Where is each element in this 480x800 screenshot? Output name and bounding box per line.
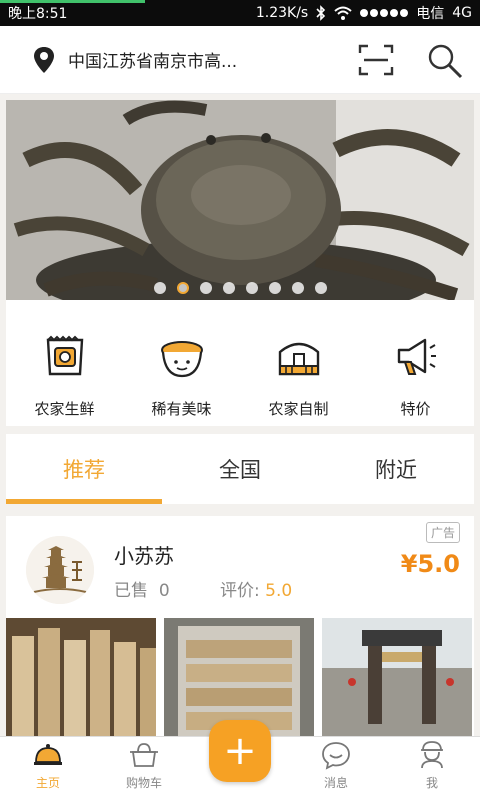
store-sold: 已售 0 (114, 576, 170, 601)
nav-label: 消息 (323, 776, 348, 790)
location-text[interactable]: 中国江苏省南京市高... (68, 47, 328, 72)
banner-dot[interactable] (292, 282, 304, 294)
store-name[interactable]: 小苏苏 (114, 540, 174, 569)
add-post-button[interactable]: + (209, 720, 271, 782)
product-photo-image (164, 618, 314, 736)
top-header: 中国江苏省南京市高... (0, 26, 480, 94)
category-label: 稀有美味 (151, 400, 212, 418)
signal-dots-icon (360, 9, 409, 17)
category-rare-delicacy[interactable]: 稀有美味 (123, 300, 240, 426)
store-logo[interactable] (26, 536, 94, 604)
network-speed: 1.23K/s (255, 5, 309, 21)
carrier-name: 电信 (416, 6, 445, 22)
product-photo-image (322, 618, 472, 736)
nav-label: 主页 (35, 776, 60, 790)
category-label: 农家生鲜 (34, 400, 95, 418)
pagoda-logo-icon (26, 536, 94, 604)
message-icon (322, 742, 350, 770)
nav-label: 我 (425, 776, 438, 790)
category-label: 特价 (400, 400, 431, 418)
banner-dot[interactable] (269, 282, 281, 294)
store-rating: 评价: 5.0 (220, 576, 292, 601)
profile-icon (421, 741, 443, 769)
banner-dot[interactable] (200, 282, 212, 294)
product-photo-image (6, 618, 156, 736)
sold-count: 0 (158, 581, 170, 601)
sold-label: 已售 (114, 581, 148, 601)
product-photo[interactable] (322, 618, 472, 736)
store-card[interactable]: 小苏苏 已售 0 评价: 5.0 广告 ¥5.0 (6, 516, 474, 736)
nav-home[interactable]: 主页 (0, 737, 96, 800)
tab-nationwide[interactable]: 全国 (162, 434, 318, 504)
banner-dot[interactable] (223, 282, 235, 294)
store-price: ¥5.0 (400, 550, 460, 578)
nav-label: 购物车 (125, 776, 162, 790)
category-grid: 农家生鲜 稀有美味 农家自制 特价 (6, 300, 474, 426)
rare-delicacy-icon (160, 341, 203, 378)
rating-value: 5.0 (265, 581, 293, 601)
store-photos (6, 618, 474, 736)
feed-tabs: 推荐 全国 附近 (6, 434, 474, 504)
product-photo[interactable] (164, 618, 314, 736)
bluetooth-icon (316, 5, 326, 21)
nav-profile[interactable]: 我 (384, 737, 480, 800)
search-icon[interactable] (426, 42, 464, 80)
category-label: 农家自制 (268, 400, 329, 418)
scan-icon[interactable] (358, 44, 394, 76)
promo-banner[interactable] (6, 100, 474, 300)
nav-messages[interactable]: 消息 (288, 737, 384, 800)
status-time: 晚上8:51 (8, 6, 68, 22)
map-pin-icon[interactable] (32, 46, 56, 74)
ad-badge: 广告 (425, 522, 460, 543)
status-bar: 晚上8:51 1.23K/s 电信 4G (0, 0, 480, 26)
rating-label: 评价: (220, 581, 260, 601)
category-farmhouse[interactable]: 农家自制 (240, 300, 357, 426)
banner-dot[interactable] (246, 282, 258, 294)
tab-recommended[interactable]: 推荐 (6, 434, 162, 504)
category-special-offer[interactable]: 特价 (357, 300, 474, 426)
nav-cart[interactable]: 购物车 (96, 737, 192, 800)
banner-dot-active[interactable] (177, 282, 189, 294)
megaphone-icon (397, 338, 436, 375)
network-type: 4G (452, 5, 472, 21)
category-fresh-produce[interactable]: 农家生鲜 (6, 300, 123, 426)
farmhouse-icon (278, 342, 319, 376)
load-indicator (0, 0, 145, 3)
fresh-produce-icon (46, 335, 83, 376)
tab-nearby[interactable]: 附近 (318, 434, 474, 504)
cart-pot-icon (130, 743, 158, 767)
banner-dot[interactable] (315, 282, 327, 294)
banner-crab-image (6, 100, 474, 300)
product-photo[interactable] (6, 618, 156, 736)
status-right: 1.23K/s 电信 4G (256, 3, 472, 23)
banner-dot[interactable] (154, 282, 166, 294)
home-cloche-icon (34, 744, 62, 765)
wifi-icon (334, 6, 352, 20)
banner-pagination[interactable] (154, 282, 327, 294)
